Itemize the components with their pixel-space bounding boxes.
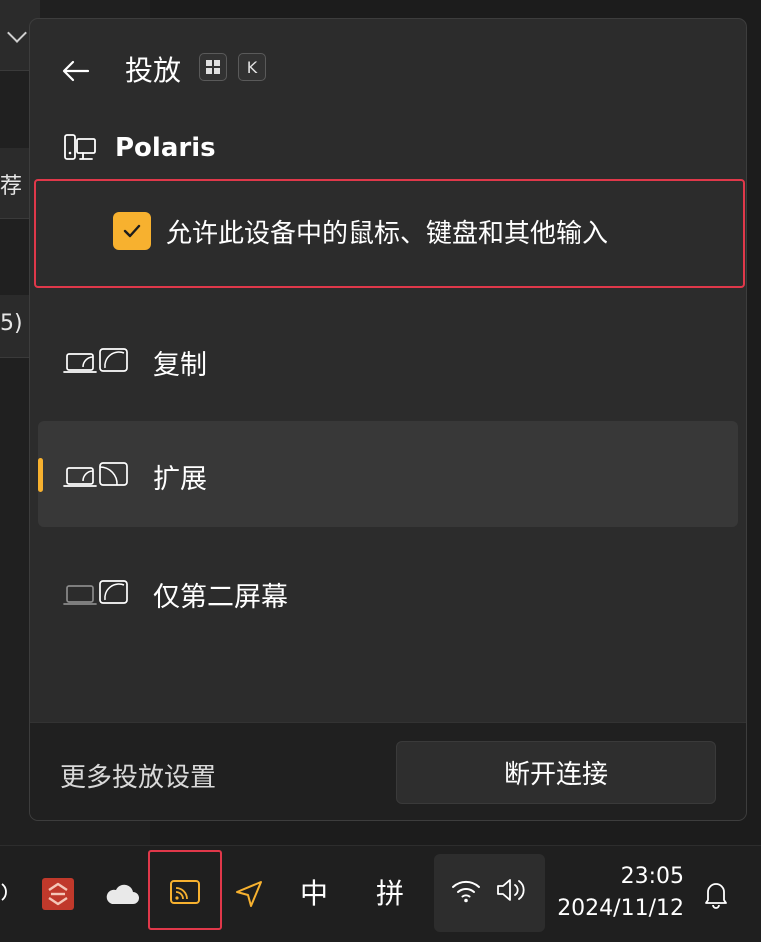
location-arrow-icon[interactable] xyxy=(232,876,266,912)
chevron-down-icon xyxy=(7,23,27,43)
selected-indicator xyxy=(38,458,43,492)
allow-input-checkbox[interactable] xyxy=(113,212,151,250)
disconnect-button[interactable]: 断开连接 xyxy=(396,741,716,804)
checkmark-icon xyxy=(123,224,141,238)
cast-flyout: 投放 K Polaris 允许此设备中的鼠标、键盘和其他输入 复制 扩展 仅第二… xyxy=(29,18,747,821)
arrow-left-icon xyxy=(62,60,90,82)
duplicate-mode-icon xyxy=(63,348,128,373)
red-app-icon[interactable] xyxy=(40,876,76,912)
panel-title: 投放 xyxy=(125,54,182,87)
allow-input-label[interactable]: 允许此设备中的鼠标、键盘和其他输入 xyxy=(166,213,608,250)
mode-option-duplicate[interactable]: 复制 xyxy=(38,307,738,413)
clock-time[interactable]: 23:05 xyxy=(566,864,684,889)
volume-icon xyxy=(497,879,525,901)
mode-option-second-screen-only[interactable]: 仅第二屏幕 xyxy=(38,539,738,645)
windows-key-icon xyxy=(199,53,227,81)
more-cast-settings-link[interactable]: 更多投放设置 xyxy=(60,757,216,794)
taskbar: 中 拼 23:05 2024/11/12 xyxy=(0,845,761,942)
cast-icon[interactable] xyxy=(167,876,203,908)
extend-mode-icon xyxy=(63,462,128,487)
background-text: 荐 xyxy=(0,174,23,199)
speaker-partial-icon[interactable] xyxy=(0,874,12,910)
wifi-icon xyxy=(452,880,480,903)
background-text: 5) xyxy=(0,311,23,336)
k-key: K xyxy=(238,53,266,81)
second-screen-only-icon xyxy=(63,580,128,605)
device-name: Polaris xyxy=(115,133,216,163)
bell-icon[interactable] xyxy=(700,876,732,912)
mode-label-second-screen-only: 仅第二屏幕 xyxy=(153,582,288,613)
mode-label-extend: 扩展 xyxy=(153,464,207,495)
mode-label-duplicate: 复制 xyxy=(153,350,207,381)
ime-mode-indicator[interactable]: 中 xyxy=(296,872,332,912)
device-pc-icon xyxy=(64,134,96,160)
mode-option-extend[interactable]: 扩展 xyxy=(38,421,738,527)
ime-name-indicator[interactable]: 拼 xyxy=(372,872,408,912)
cloud-icon[interactable] xyxy=(102,878,142,910)
quick-settings-button[interactable] xyxy=(434,854,545,932)
clock-date[interactable]: 2024/11/12 xyxy=(556,896,684,921)
back-button[interactable] xyxy=(58,53,94,89)
